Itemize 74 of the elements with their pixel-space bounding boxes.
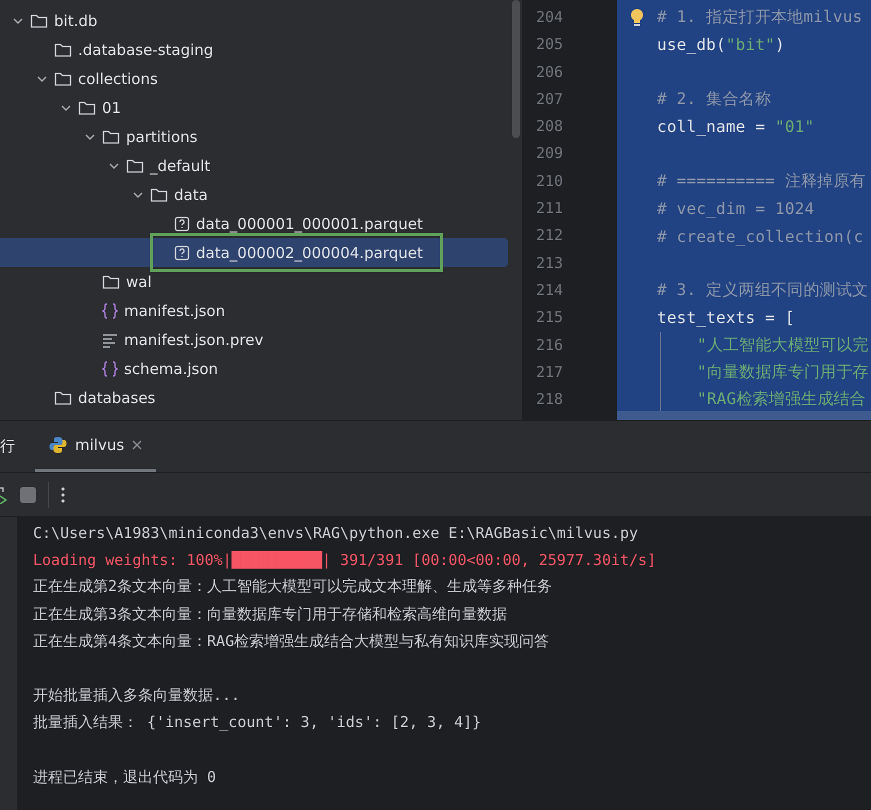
scrollbar[interactable]	[512, 0, 520, 138]
tree-item-label[interactable]: data_000002_000004.parquet	[196, 244, 423, 262]
run-tab[interactable]: milvus	[35, 421, 156, 472]
console-line: 进程已结束，退出代码为 0	[33, 768, 216, 787]
folder-icon	[126, 158, 144, 174]
console-line: 开始批量插入多条向量数据...	[33, 686, 240, 706]
panel-title: 行	[0, 437, 16, 456]
folder-icon	[54, 70, 72, 86]
close-icon[interactable]	[132, 440, 142, 450]
braces-icon	[102, 360, 118, 378]
line-number: 217	[535, 362, 564, 383]
line-number: 216	[535, 334, 564, 356]
folder-icon	[78, 100, 96, 116]
code-line: use_db("bit")	[657, 35, 785, 54]
folder-icon	[150, 186, 168, 202]
tree-item-label[interactable]: collections	[78, 70, 158, 88]
console-line: 正在生成第3条文本向量：向量数据库专门用于存储和检索高维向量数据	[33, 604, 508, 624]
tree-item-label[interactable]: bit.db	[54, 12, 98, 30]
folder-icon	[30, 12, 48, 28]
python-icon	[49, 436, 67, 454]
tree-item-label[interactable]: 01	[102, 98, 122, 116]
console-line: 正在生成第2条文本向量：人工智能大模型可以完成文本理解、生成等多种任务	[33, 577, 552, 596]
line-number: 211	[535, 198, 564, 220]
line-number: 204	[535, 7, 564, 28]
tree-item-label[interactable]: databases	[78, 388, 156, 406]
line-number: 210	[535, 170, 564, 192]
braces-icon	[102, 302, 118, 320]
line-number: 206	[535, 62, 564, 83]
unknown-file-icon	[174, 216, 190, 232]
more-options-icon[interactable]	[61, 486, 65, 502]
code-line: test_texts = [	[657, 308, 795, 328]
line-number: 214	[535, 280, 564, 301]
console-line: Loading weights: 100%|██████████| 391/391 [00:00<00:00, 25977.30it/s]	[33, 550, 656, 569]
tree-item-label[interactable]: data_000001_000001.parquet	[196, 214, 423, 232]
folder-icon	[54, 390, 72, 406]
line-number: 208	[535, 116, 564, 138]
tree-item-label[interactable]: wal	[126, 272, 152, 290]
code-line: # 1. 指定打开本地milvus	[657, 7, 862, 28]
text-file-icon	[102, 332, 118, 348]
code-line: "向量数据库专门用于存	[696, 362, 869, 383]
code-line: # 3. 定义两组不同的测试文	[657, 280, 868, 302]
folder-icon	[54, 42, 72, 58]
folder-icon	[102, 128, 120, 144]
code-line: coll_name = "01"	[657, 117, 814, 136]
horizontal-scrollbar[interactable]	[617, 411, 871, 420]
tree-item-label[interactable]: manifest.json	[124, 302, 226, 320]
code-line: # vec_dim = 1024	[657, 199, 814, 218]
console-line: 批量插入结果： {'insert_count': 3, 'ids': [2, 3, 4]}	[33, 713, 482, 732]
console-line: C:\Users\A1983\miniconda3\envs\RAG\python.exe E:\RAGBasic\milvus.py	[33, 524, 638, 542]
tree-item-label[interactable]: partitions	[126, 128, 198, 146]
stop-icon[interactable]	[20, 486, 36, 502]
code-line: "RAG检索增强生成结合	[696, 389, 866, 410]
line-number: 218	[535, 389, 564, 410]
folder-icon	[102, 274, 120, 290]
line-number: 215	[535, 307, 564, 328]
code-line: # ========== 注释掉原有	[657, 170, 866, 192]
tree-item-label[interactable]: schema.json	[124, 360, 218, 378]
line-number: 212	[535, 225, 564, 246]
line-number: 205	[535, 34, 564, 56]
console-line: 正在生成第4条文本向量：RAG检索增强生成结合大模型与私有知识库实现问答	[33, 632, 550, 651]
unknown-file-icon	[174, 244, 190, 260]
line-number: 209	[535, 143, 564, 164]
line-number: 213	[535, 252, 564, 274]
rerun-icon[interactable]	[0, 486, 8, 504]
selected-tree-row[interactable]: data_000002_000004.parquet	[0, 238, 508, 267]
line-number: 207	[535, 88, 564, 110]
code-line: # 2. 集合名称	[657, 89, 771, 110]
tree-item-label[interactable]: .database-staging	[78, 40, 214, 58]
tree-item-label[interactable]: _default	[150, 156, 210, 174]
tree-item-label[interactable]: data	[174, 186, 208, 204]
code-line: "人工智能大模型可以完	[696, 334, 869, 356]
tree-item-label[interactable]: manifest.json.prev	[124, 330, 264, 348]
lightbulb-icon[interactable]	[629, 8, 645, 28]
code-line: # create_collection(c	[657, 226, 864, 246]
